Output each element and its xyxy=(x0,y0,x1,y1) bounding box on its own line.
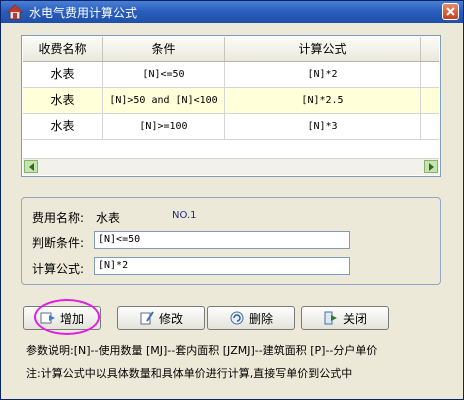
parameter-notes: 参数说明:[N]--使用数量 [MJ]--套内面积 [JZMJ]--建筑面积 [… xyxy=(26,344,378,357)
scroll-right-button[interactable] xyxy=(424,160,438,173)
table-row-selected[interactable]: 水表 [N]>50 and [N]<100 [N]*2.5 xyxy=(23,88,439,114)
column-header-name[interactable]: 收费名称 xyxy=(23,37,103,61)
add-button-label: 增加 xyxy=(59,311,84,326)
delete-button-label: 删除 xyxy=(248,311,273,326)
arrow-right-icon xyxy=(429,163,434,171)
close-icon xyxy=(446,7,455,16)
formula-window: 水电气费用计算公式 收费名称 条件 计算公式 水表 [N]<=50 [N]*2 … xyxy=(0,0,464,400)
table-row[interactable]: 水表 [N]>=100 [N]*3 xyxy=(23,114,439,140)
detail-form: 费用名称: 水表 NO.1 判断条件: [N]<=50 计算公式: [N]*2 xyxy=(21,197,441,285)
record-number: NO.1 xyxy=(172,210,197,221)
cell-condition: [N]>=100 xyxy=(103,114,225,139)
horizontal-scrollbar[interactable] xyxy=(23,158,439,175)
condition-label: 判断条件: xyxy=(32,236,85,250)
title-bar: 水电气费用计算公式 xyxy=(1,1,463,23)
cell-formula: [N]*2.5 xyxy=(225,88,421,113)
formula-tip: 注:计算公式中以具体数量和具体单价进行计算,直接写单价到公式中 xyxy=(26,367,353,380)
cell-name: 水表 xyxy=(23,114,103,139)
add-button[interactable]: 增加 xyxy=(23,306,101,330)
cell-condition: [N]>50 and [N]<100 xyxy=(103,88,225,113)
cell-formula: [N]*2 xyxy=(225,62,421,87)
formula-label: 计算公式: xyxy=(32,262,85,276)
arrow-left-icon xyxy=(29,163,34,171)
cell-name: 水表 xyxy=(23,62,103,87)
edit-button[interactable]: 修改 xyxy=(117,306,205,330)
grid-header: 收费名称 条件 计算公式 xyxy=(23,37,439,62)
formula-input[interactable]: [N]*2 xyxy=(94,257,350,275)
edit-icon xyxy=(140,311,154,325)
cell-condition: [N]<=50 xyxy=(103,62,225,87)
cell-filler xyxy=(421,88,439,113)
edit-button-label: 修改 xyxy=(158,311,183,326)
add-record-icon xyxy=(40,312,55,324)
delete-icon xyxy=(230,311,244,325)
window-close-button[interactable] xyxy=(442,3,459,20)
cell-filler xyxy=(421,62,439,87)
column-header-formula[interactable]: 计算公式 xyxy=(225,37,421,61)
formula-grid[interactable]: 收费名称 条件 计算公式 水表 [N]<=50 [N]*2 水表 [N]>50 … xyxy=(21,35,441,177)
cell-filler xyxy=(421,114,439,139)
table-row[interactable]: 水表 [N]<=50 [N]*2 xyxy=(23,62,439,88)
column-header-condition[interactable]: 条件 xyxy=(103,37,225,61)
fee-name-value: 水表 xyxy=(96,211,121,225)
close-button-label: 关闭 xyxy=(342,311,367,326)
app-house-icon xyxy=(7,4,23,20)
fee-name-label: 费用名称: xyxy=(32,211,85,225)
column-header-filler xyxy=(421,37,439,61)
exit-door-icon xyxy=(324,311,337,325)
cell-formula: [N]*3 xyxy=(225,114,421,139)
delete-button[interactable]: 删除 xyxy=(207,306,295,330)
window-title: 水电气费用计算公式 xyxy=(29,6,138,20)
close-button[interactable]: 关闭 xyxy=(301,306,389,330)
cell-name: 水表 xyxy=(23,88,103,113)
scroll-left-button[interactable] xyxy=(24,160,38,173)
condition-input[interactable]: [N]<=50 xyxy=(94,231,350,249)
